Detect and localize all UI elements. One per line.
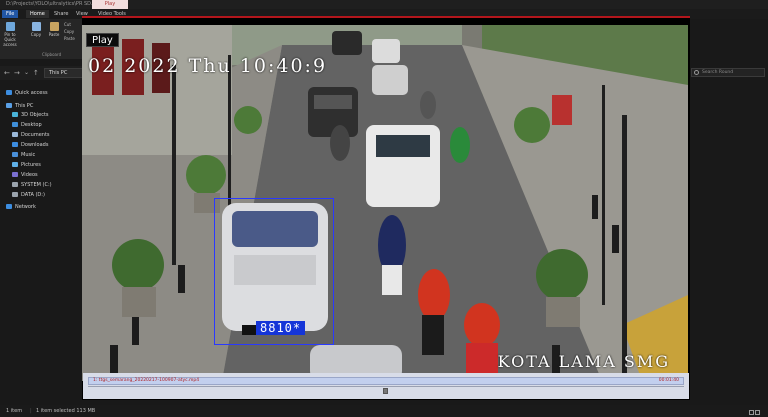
search-placeholder: Search Round — [702, 70, 734, 75]
timeline[interactable]: 1: ttgs_semarang_20220217-100907-atyc.mp… — [83, 373, 689, 399]
desktop-icon — [12, 122, 18, 127]
nav-label: Music — [21, 152, 36, 158]
video-icon — [12, 172, 18, 177]
picture-icon — [12, 162, 18, 167]
ribbon-group-label: Clipboard — [42, 52, 62, 57]
address-input[interactable]: This PC — [44, 68, 86, 78]
details-pane — [690, 82, 768, 402]
nav-downloads[interactable]: Downloads — [12, 141, 48, 150]
street-scene — [82, 25, 688, 381]
status-separator: | — [30, 408, 32, 414]
up-button[interactable]: ↑ — [33, 69, 39, 77]
detection-label: 8810* — [256, 321, 306, 335]
cut-button[interactable]: Cut — [64, 22, 71, 27]
navigation-pane: Quick access This PC 3D Objects Desktop … — [0, 84, 82, 404]
timeline-duration: 00:01:40 — [658, 378, 679, 383]
status-bar: 1 item | 1 item selected 113 MB — [0, 405, 768, 417]
nav-this-pc[interactable]: This PC — [6, 102, 33, 111]
paste-shortcut-button[interactable]: Paste — [64, 36, 75, 41]
nav-system-c[interactable]: SYSTEM (C:) — [12, 181, 52, 190]
osd-timestamp: 02 2022 Thu 10:40:9 — [88, 55, 328, 77]
drive-icon — [12, 192, 18, 197]
nav-label: Desktop — [21, 122, 42, 128]
timeline-track[interactable]: 1: ttgs_semarang_20220217-100907-atyc.mp… — [88, 377, 684, 385]
search-icon — [694, 70, 699, 75]
download-icon — [12, 142, 18, 147]
nav-music[interactable]: Music — [12, 151, 35, 160]
computer-icon — [6, 103, 12, 108]
copy-icon — [31, 22, 41, 31]
back-button[interactable]: ← — [4, 69, 10, 77]
seek-track[interactable] — [88, 386, 684, 387]
pin-label: Pin to Quick access — [3, 32, 17, 47]
timeline-file-label: 1: ttgs_semarang_20220217-100907-atyc.mp… — [93, 378, 200, 383]
osd-location: KOTA LAMA SMG — [497, 352, 670, 371]
seek-handle[interactable] — [383, 388, 388, 394]
document-icon — [12, 132, 18, 137]
large-icons-view-icon[interactable] — [755, 410, 760, 415]
nav-desktop[interactable]: Desktop — [12, 121, 42, 130]
file-explorer-window: { "window": { "title": "D:\\Projects\\YO… — [0, 0, 768, 417]
tab-share[interactable]: Share — [50, 10, 72, 18]
nav-label: This PC — [15, 103, 34, 109]
nav-documents[interactable]: Documents — [12, 131, 50, 140]
cube-icon — [12, 112, 18, 117]
copy-button[interactable]: Copy — [28, 22, 44, 37]
clipboard-icon — [49, 22, 59, 31]
nav-3d-objects[interactable]: 3D Objects — [12, 111, 49, 120]
copy-label: Copy — [30, 32, 42, 37]
nav-label: Videos — [21, 172, 38, 178]
drive-icon — [12, 182, 18, 187]
nav-data-d[interactable]: DATA (D:) — [12, 191, 45, 200]
tab-file[interactable]: File — [2, 10, 19, 18]
video-player[interactable]: Play 02 2022 Thu 10:40:9 KOTA LAMA SMG 8… — [82, 16, 690, 400]
tab-play[interactable]: Play — [92, 0, 128, 9]
window-title: D:\Projects\YOLO\ultralytics\PR SD... — [6, 1, 96, 7]
status-item-count: 1 item — [6, 408, 23, 414]
play-tooltip: Play — [86, 33, 119, 47]
nav-pictures[interactable]: Pictures — [12, 161, 41, 170]
nav-label: DATA (D:) — [21, 192, 45, 198]
paste-label: Paste — [48, 32, 60, 37]
progress-indicator — [82, 16, 690, 18]
address-bar: ← → ⌄ ↑ This PC — [0, 66, 88, 80]
nav-label: Downloads — [21, 142, 49, 148]
search-input[interactable]: Search Round — [691, 68, 765, 77]
copy-path-button[interactable]: Copy — [64, 29, 74, 34]
title-bar: D:\Projects\YOLO\ultralytics\PR SD... Pl… — [0, 0, 768, 9]
status-selection: 1 item selected 113 MB — [36, 408, 96, 414]
tab-home[interactable]: Home — [26, 10, 49, 18]
star-icon — [6, 90, 12, 95]
pin-icon — [5, 22, 15, 31]
paste-button[interactable]: Paste — [46, 22, 62, 37]
nav-label: Documents — [21, 132, 50, 138]
video-frame[interactable]: Play 02 2022 Thu 10:40:9 KOTA LAMA SMG 8… — [82, 25, 688, 381]
network-icon — [6, 204, 12, 209]
nav-network[interactable]: Network — [6, 203, 36, 212]
nav-label: 3D Objects — [21, 112, 49, 118]
details-view-icon[interactable] — [749, 410, 754, 415]
recent-locations-button[interactable]: ⌄ — [24, 69, 29, 77]
pin-to-quick-access-button[interactable]: Pin to Quick access — [2, 22, 18, 47]
nav-label: Quick access — [15, 90, 48, 96]
music-icon — [12, 152, 18, 157]
nav-label: SYSTEM (C:) — [21, 182, 52, 188]
nav-videos[interactable]: Videos — [12, 171, 38, 180]
forward-button[interactable]: → — [14, 69, 20, 77]
ribbon-home: Pin to Quick access Copy Paste Cut Copy … — [0, 19, 88, 59]
view-toggle[interactable] — [748, 408, 762, 415]
nav-quick-access[interactable]: Quick access — [6, 89, 48, 98]
nav-label: Network — [15, 204, 36, 210]
nav-label: Pictures — [21, 162, 41, 168]
